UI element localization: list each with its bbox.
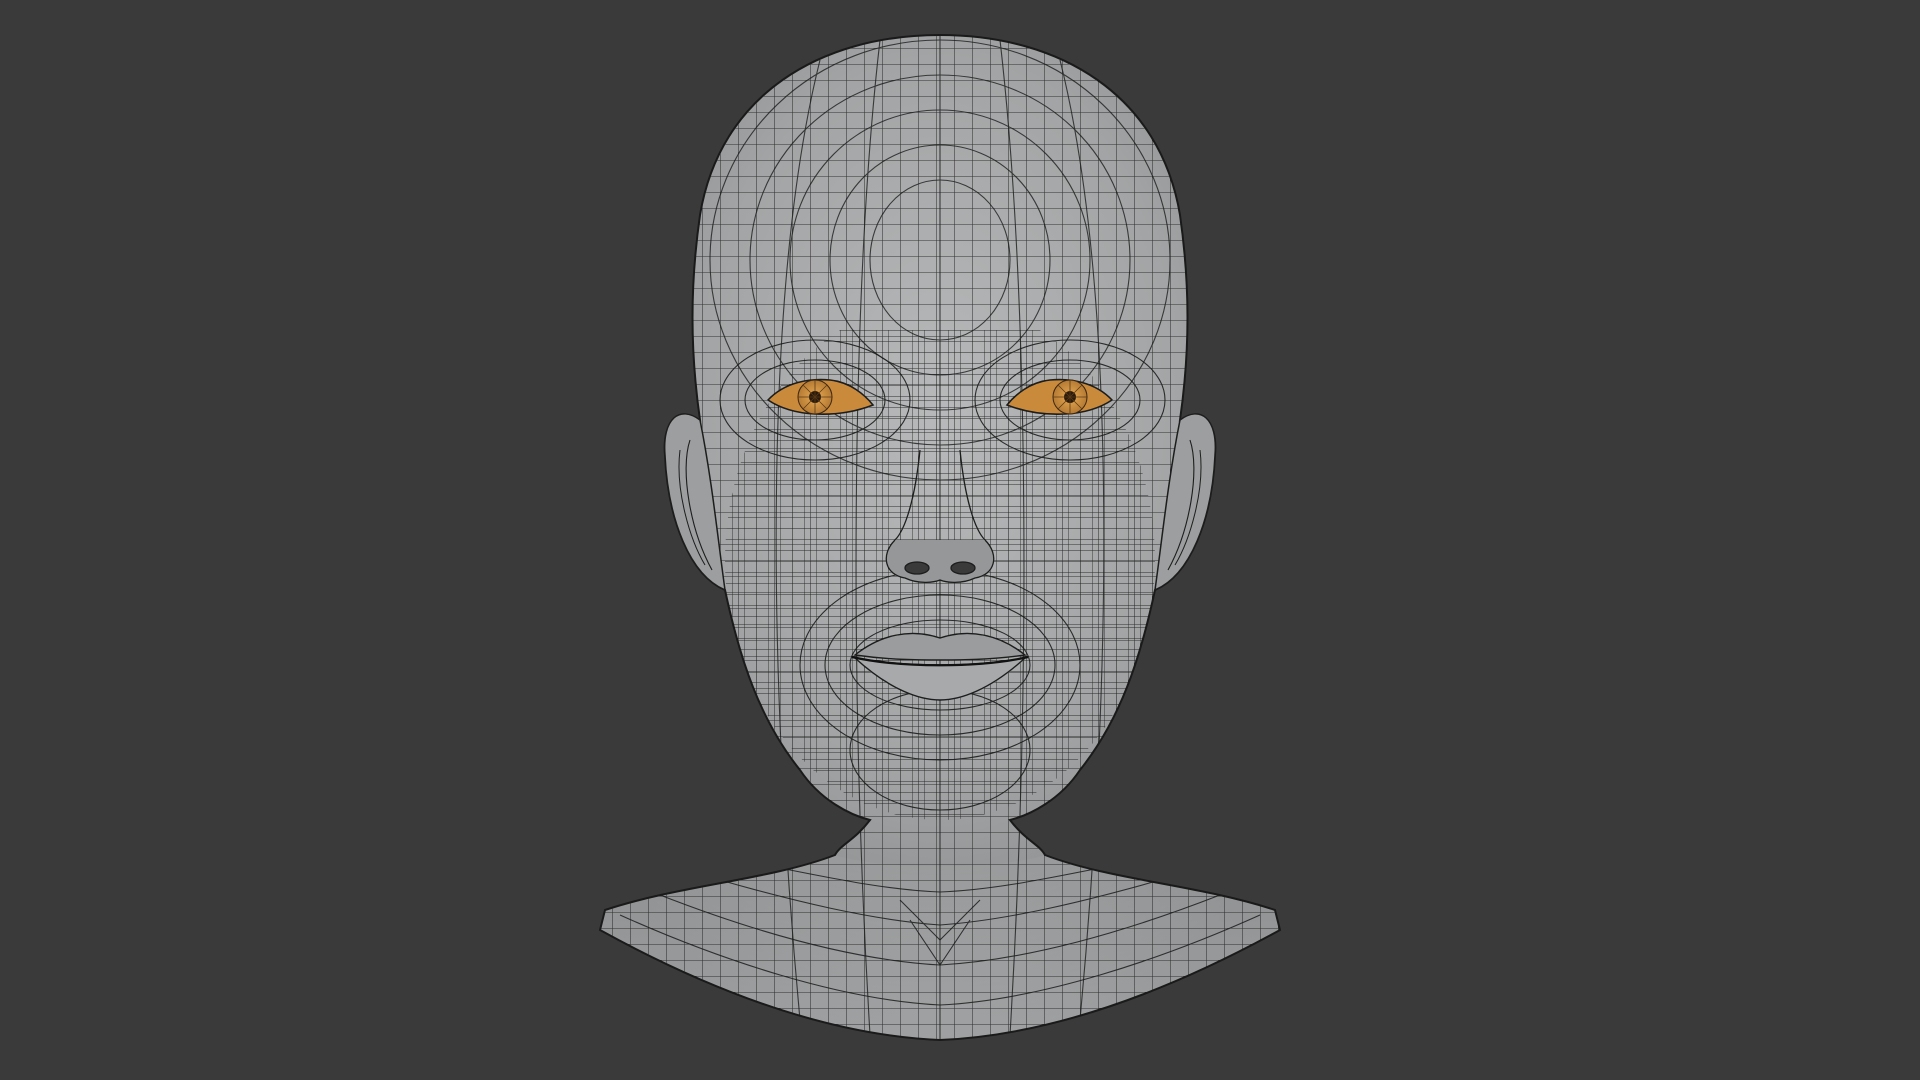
viewport-canvas[interactable] [0,0,1920,1080]
3d-viewport[interactable] [0,0,1920,1080]
